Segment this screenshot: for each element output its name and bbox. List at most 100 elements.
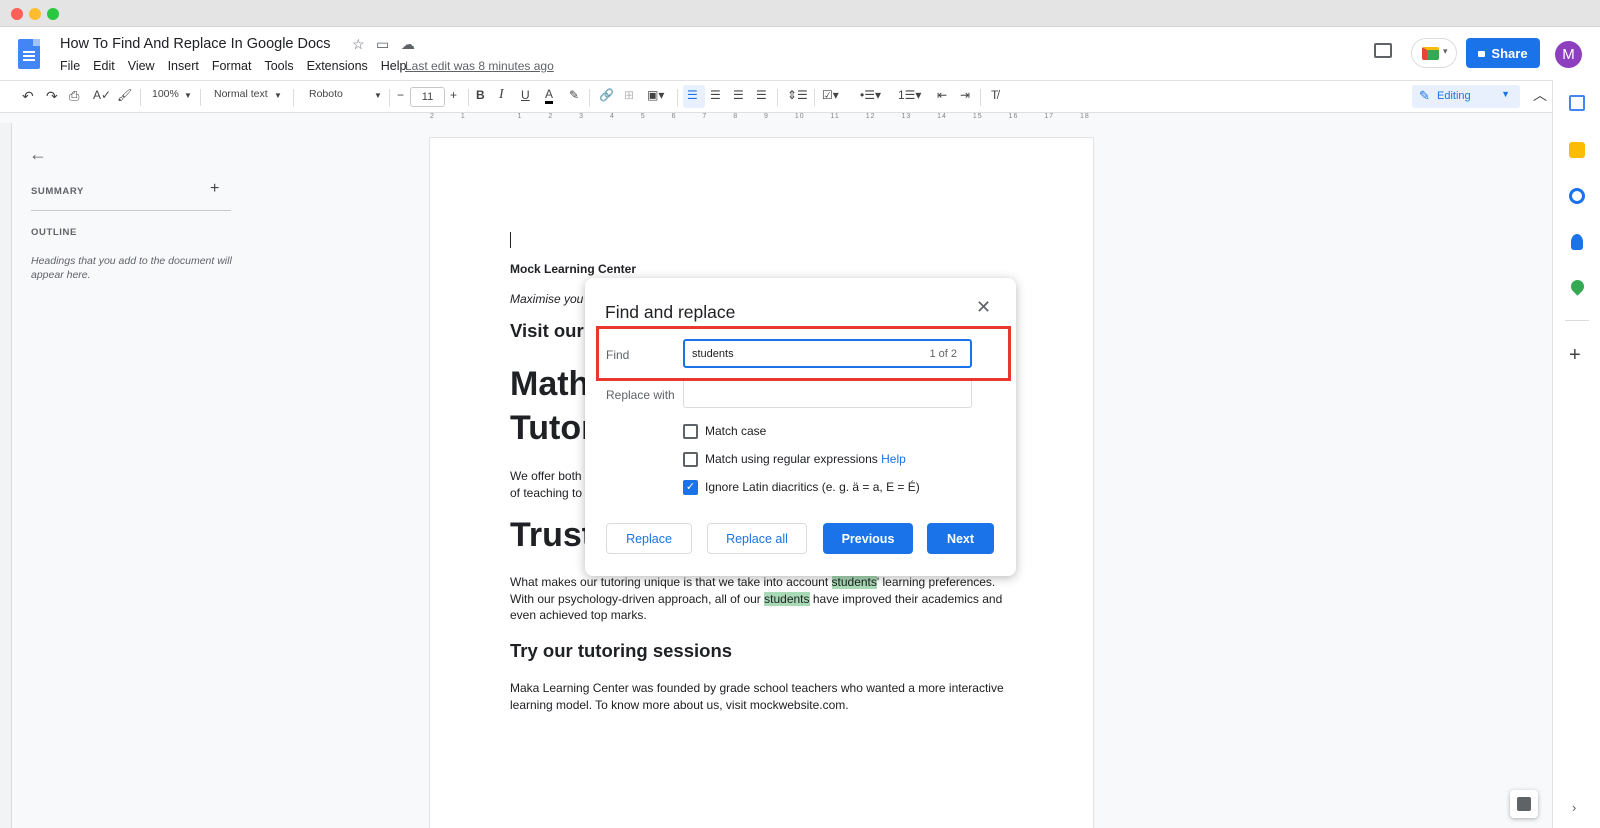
- zoom-select[interactable]: 100%: [152, 88, 179, 100]
- share-button[interactable]: Share: [1466, 38, 1540, 68]
- side-apps-rail: + ›: [1552, 80, 1600, 828]
- paint-format-icon[interactable]: 🖌: [117, 88, 132, 102]
- regex-help-link[interactable]: Help: [881, 452, 906, 466]
- cloud-saved-icon[interactable]: ☁: [401, 36, 415, 53]
- menu-format[interactable]: Format: [212, 59, 252, 73]
- heading-visit: Visit our: [510, 320, 584, 341]
- menu-edit[interactable]: Edit: [93, 59, 115, 73]
- regex-checkbox[interactable]: [683, 452, 698, 467]
- ruler-tick: 2: [548, 113, 554, 120]
- arrow-left-icon[interactable]: ←: [29, 144, 47, 165]
- numbered-list-icon[interactable]: 1☰▾: [898, 88, 921, 102]
- last-edit-link[interactable]: Last edit was 8 minutes ago: [405, 59, 554, 73]
- match-case-checkbox[interactable]: [683, 424, 698, 439]
- menu-view[interactable]: View: [128, 59, 155, 73]
- next-button[interactable]: Next: [927, 523, 994, 554]
- document-title[interactable]: How To Find And Replace In Google Docs: [60, 36, 331, 52]
- close-window-button[interactable]: [11, 8, 23, 20]
- text-color-icon[interactable]: A: [545, 88, 554, 104]
- insert-link-icon[interactable]: 🔗: [599, 88, 614, 102]
- undo-icon[interactable]: ↶: [22, 88, 34, 105]
- ruler-tick: 10: [794, 113, 805, 120]
- comment-history-icon[interactable]: [1374, 43, 1392, 58]
- menu-extensions[interactable]: Extensions: [307, 59, 368, 73]
- align-left-icon[interactable]: ☰: [687, 88, 698, 102]
- ruler-tick: 4: [609, 113, 615, 120]
- bold-icon[interactable]: B: [476, 88, 485, 102]
- docs-logo-icon[interactable]: [18, 39, 40, 69]
- pencil-icon: ✎: [1419, 88, 1430, 103]
- ruler-tick: 1: [460, 113, 466, 120]
- insert-image-icon[interactable]: ▣▾: [647, 88, 664, 102]
- spellcheck-icon[interactable]: A✓: [93, 88, 111, 102]
- chevron-down-icon: ▼: [374, 91, 382, 100]
- diacritics-checkbox[interactable]: ✓: [683, 480, 698, 495]
- justify-icon[interactable]: ☰: [756, 88, 767, 102]
- align-right-icon[interactable]: ☰: [733, 88, 744, 102]
- heading-line: Math: [510, 365, 590, 403]
- menu-help[interactable]: Help: [381, 59, 407, 73]
- horizontal-ruler[interactable]: 2 1 1 2 3 4 5 6 7 8 9 10 11 12 13 14 15 …: [430, 113, 1090, 123]
- add-comment-icon[interactable]: ⊞: [624, 88, 634, 102]
- regex-label-text[interactable]: Match using regular expressions: [705, 452, 878, 466]
- line-spacing-icon[interactable]: ⇕☰: [787, 88, 808, 102]
- divider: [31, 210, 231, 211]
- checklist-icon[interactable]: ☑▾: [822, 88, 839, 102]
- ruler-tick: 14: [937, 113, 947, 120]
- add-summary-button[interactable]: +: [210, 180, 219, 198]
- increase-indent-icon[interactable]: ⇥: [960, 88, 970, 102]
- avatar[interactable]: M: [1555, 41, 1582, 68]
- star-icon[interactable]: ☆: [352, 36, 365, 53]
- diacritics-label[interactable]: Ignore Latin diacritics (e. g. ä = a, E …: [705, 480, 920, 494]
- italic-icon[interactable]: I: [499, 87, 504, 103]
- add-addon-icon[interactable]: +: [1569, 344, 1581, 367]
- increase-font-size-button[interactable]: +: [450, 88, 457, 102]
- explore-button[interactable]: [1510, 790, 1538, 818]
- editing-mode-select[interactable]: ✎ Editing ▼: [1412, 85, 1520, 108]
- ruler-tick: 17: [1044, 113, 1055, 120]
- calendar-icon[interactable]: [1569, 95, 1585, 111]
- highlight-color-icon[interactable]: ✎: [569, 88, 579, 102]
- explore-icon: [1517, 797, 1531, 811]
- ruler-tick: 16: [1008, 113, 1019, 120]
- decrease-indent-icon[interactable]: ⇤: [937, 88, 947, 102]
- maps-icon[interactable]: [1568, 277, 1587, 296]
- font-select[interactable]: Roboto: [309, 88, 343, 100]
- bulleted-list-icon[interactable]: •☰▾: [860, 88, 881, 102]
- font-size-input[interactable]: 11: [410, 87, 445, 107]
- decrease-font-size-button[interactable]: −: [397, 88, 404, 102]
- keep-icon[interactable]: [1569, 142, 1585, 158]
- replace-label: Replace with: [606, 388, 675, 402]
- previous-button[interactable]: Previous: [823, 523, 913, 554]
- close-icon[interactable]: ✕: [976, 297, 991, 318]
- replace-input[interactable]: [683, 379, 972, 408]
- maximize-window-button[interactable]: [47, 8, 59, 20]
- heading-trust: Trust: [510, 516, 594, 554]
- menu-file[interactable]: File: [60, 59, 80, 73]
- meet-button[interactable]: ▾: [1411, 38, 1457, 68]
- divider: [1565, 320, 1589, 321]
- menu-tools[interactable]: Tools: [264, 59, 293, 73]
- formatting-toolbar: ↶ ↷ ⎙ A✓ 🖌 100% ▼ Normal text ▼ Roboto ▼…: [0, 80, 1552, 113]
- tagline: Maximise you: [510, 292, 584, 306]
- contacts-icon[interactable]: [1571, 234, 1583, 250]
- replace-all-button[interactable]: Replace all: [707, 523, 807, 554]
- ruler-tick: 3: [579, 113, 585, 120]
- chevron-up-icon[interactable]: ︿: [1533, 85, 1547, 105]
- align-center-icon[interactable]: ☰: [710, 88, 721, 102]
- underline-icon[interactable]: U: [521, 88, 530, 102]
- minimize-window-button[interactable]: [29, 8, 41, 20]
- dialog-title: Find and replace: [605, 302, 736, 322]
- menu-insert[interactable]: Insert: [168, 59, 199, 73]
- move-folder-icon[interactable]: ▭: [376, 36, 389, 53]
- style-select[interactable]: Normal text: [214, 88, 268, 100]
- redo-icon[interactable]: ↷: [46, 88, 58, 105]
- chevron-right-icon[interactable]: ›: [1572, 800, 1576, 815]
- clear-formatting-icon[interactable]: T̸: [991, 88, 998, 102]
- match-case-label[interactable]: Match case: [705, 424, 766, 438]
- replace-button[interactable]: Replace: [606, 523, 692, 554]
- ruler-tick: 8: [733, 113, 739, 120]
- tasks-icon[interactable]: [1569, 188, 1585, 204]
- vertical-ruler[interactable]: [0, 123, 12, 828]
- print-icon[interactable]: ⎙: [69, 88, 79, 104]
